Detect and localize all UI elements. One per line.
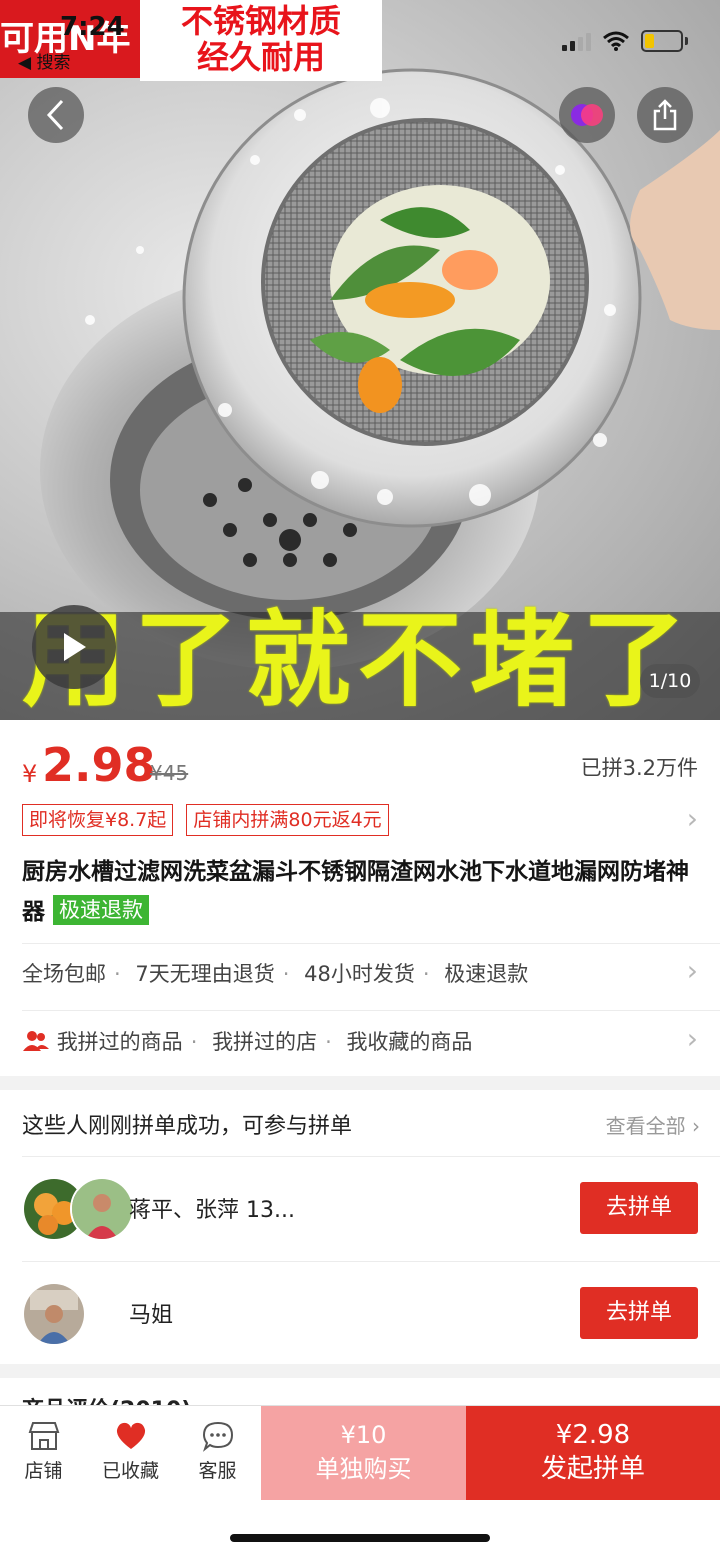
group-buy-price: ¥2.98 [555, 1420, 631, 1450]
history-my-stores[interactable]: 我拼过的店 [212, 1030, 317, 1054]
battery-tip [685, 37, 688, 45]
service-item: 7天无理由退货 [135, 962, 275, 986]
price-currency: ¥ [22, 760, 38, 788]
promo-tag: 店铺内拼满80元返4元 [186, 804, 389, 836]
price-row: ¥ 2.98 ¥45 已拼3.2万件 [22, 738, 698, 794]
battery-icon [641, 30, 683, 52]
service-guarantees[interactable]: 全场包邮 · 7天无理由退货 · 48小时发货 · 极速退款 › [22, 954, 698, 988]
product-image-carousel[interactable]: 可用N年 不锈钢材质 经久耐用 7:24 ◀ 搜索 用了就不堵了 1/10 [0, 0, 720, 720]
original-price: ¥45 [150, 761, 189, 785]
cellular-signal-icon [562, 31, 591, 51]
wifi-icon [603, 31, 629, 51]
service-item: 极速退款 [444, 962, 529, 986]
chevron-right-icon: › [686, 954, 698, 987]
group-row: 马姐 去拼单 [22, 1282, 698, 1346]
favorite-button[interactable]: 已收藏 [87, 1406, 174, 1500]
buy-alone-price: ¥10 [340, 1421, 387, 1449]
history-my-favorites[interactable]: 我收藏的商品 [346, 1030, 472, 1054]
share-icon [653, 99, 677, 131]
separator-dot: · [282, 962, 290, 986]
separator-dot: · [190, 1030, 198, 1054]
section-gap [0, 1076, 720, 1090]
promo-line-2: 经久耐用 [196, 38, 325, 76]
status-time: 7:24 [60, 12, 125, 42]
buy-alone-label: 单独购买 [315, 1455, 412, 1483]
app-logo-icon [571, 104, 603, 126]
share-button[interactable] [637, 87, 693, 143]
heart-icon [116, 1422, 145, 1449]
group-price: 2.98 [42, 738, 156, 792]
play-icon [64, 633, 86, 661]
image-page-indicator: 1/10 [640, 664, 700, 698]
group-buy-header: 这些人刚刚拼单成功，可参与拼单 [22, 1114, 353, 1139]
group-member-names: 蒋平、张萍 13... [129, 1198, 295, 1223]
view-all-label: 查看全部 [605, 1114, 686, 1138]
bottom-action-bar: 店铺 已收藏 客服 ¥10 单独购买 ¥2.98 发起拼单 [0, 1405, 720, 1500]
promo-tags[interactable]: 即将恢复¥8.7起 店铺内拼满80元返4元 › [22, 802, 698, 838]
chat-bubble-icon [202, 1421, 233, 1452]
avatar-person-image [24, 1284, 84, 1344]
separator-dot: · [422, 962, 430, 986]
sold-count: 已拼3.2万件 [580, 756, 698, 780]
divider [22, 1156, 720, 1157]
home-indicator[interactable] [230, 1534, 490, 1542]
join-group-button[interactable]: 去拼单 [580, 1287, 698, 1339]
view-all-groups-link[interactable]: 查看全部 › [606, 1110, 700, 1139]
people-icon [23, 1031, 49, 1051]
back-button[interactable] [28, 87, 84, 143]
favorite-label: 已收藏 [101, 1460, 159, 1482]
separator-dot: · [325, 1030, 332, 1054]
promo-line-1: 不锈钢材质 [180, 2, 341, 40]
avatar [22, 1282, 86, 1346]
service-item: 全场包邮 [22, 962, 106, 986]
history-links: 我拼过的商品 · 我拼过的店 · 我收藏的商品 › [22, 1022, 698, 1056]
promo-tag: 即将恢复¥8.7起 [22, 804, 174, 836]
group-buy-label: 发起拼单 [540, 1454, 645, 1484]
customer-service-button[interactable]: 客服 [174, 1406, 261, 1500]
store-label: 店铺 [24, 1460, 63, 1482]
status-indicators [562, 30, 688, 52]
product-title: 厨房水槽过滤网洗菜盆漏斗不锈钢隔渣网水池下水道地漏网防堵神器 极速退款 [22, 852, 698, 932]
divider [22, 1010, 720, 1011]
store-icon [28, 1422, 59, 1450]
divider [22, 943, 720, 944]
separator-dot: · [114, 962, 121, 986]
chevron-right-icon: › [686, 1022, 698, 1055]
chevron-right-icon: › [692, 1114, 700, 1138]
group-row: 蒋平、张萍 13... 去拼单 [22, 1177, 698, 1241]
buy-alone-button[interactable]: ¥10 单独购买 [261, 1406, 466, 1500]
section-gap [0, 1364, 720, 1378]
play-video-button[interactable] [32, 605, 116, 689]
promo-banner-right: 不锈钢材质 经久耐用 [140, 0, 382, 81]
join-group-button[interactable]: 去拼单 [580, 1182, 698, 1234]
status-back-to-search[interactable]: ◀ 搜索 [18, 48, 70, 73]
divider [22, 1261, 720, 1262]
avatar [70, 1177, 134, 1241]
avatar-person-image [72, 1179, 132, 1239]
chevron-right-icon: › [686, 802, 698, 835]
service-item: 48小时发货 [304, 962, 415, 986]
mini-program-button[interactable] [559, 87, 615, 143]
store-button[interactable]: 店铺 [0, 1406, 87, 1500]
history-my-products[interactable]: 我拼过的商品 [57, 1030, 183, 1054]
chevron-left-icon [46, 99, 64, 131]
group-member-names: 马姐 [129, 1303, 174, 1328]
service-label: 客服 [198, 1460, 237, 1482]
start-group-buy-button[interactable]: ¥2.98 发起拼单 [466, 1406, 720, 1500]
fast-refund-badge: 极速退款 [53, 895, 150, 925]
hero-slogan: 用了就不堵了 [22, 599, 695, 720]
